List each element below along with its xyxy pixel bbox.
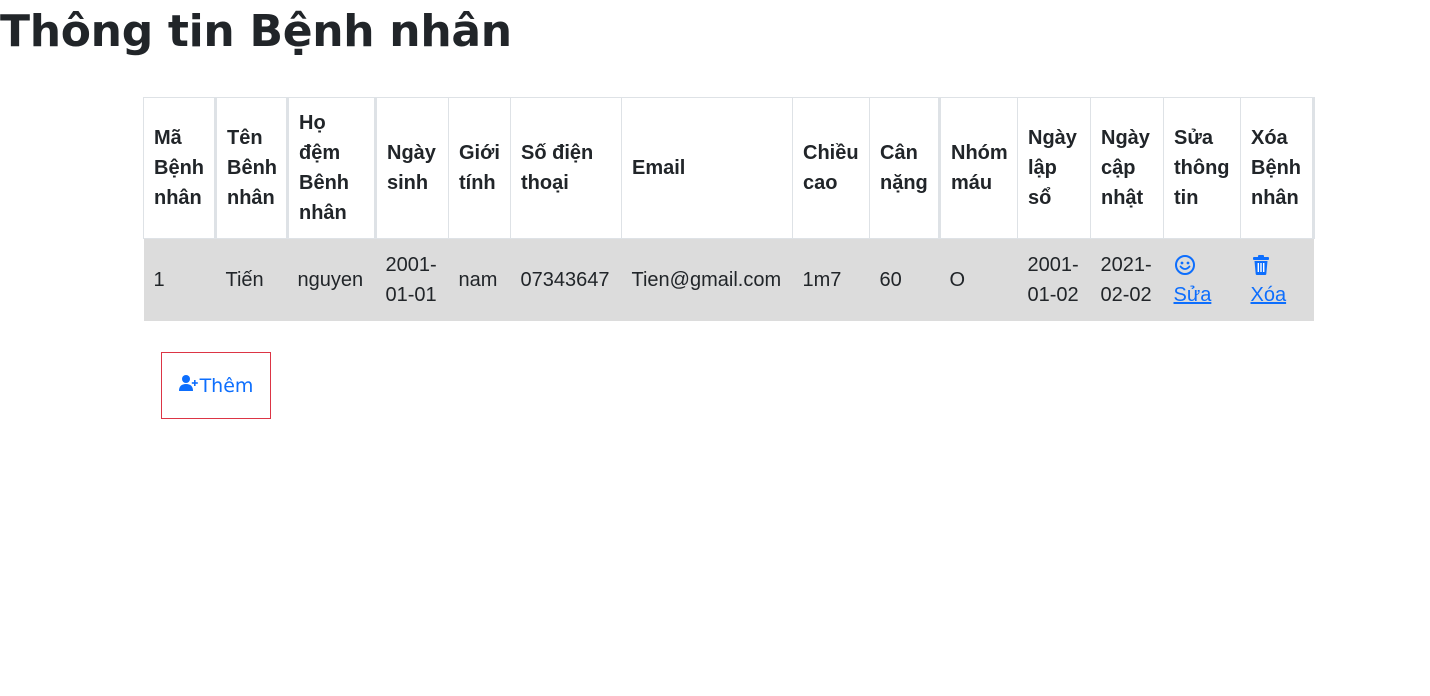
cell-dob: 2001-01-01 xyxy=(375,238,449,321)
header-created-date: Ngày lập sổ xyxy=(1017,97,1091,239)
cell-weight: 60 xyxy=(869,238,940,321)
table-header-row: Mã Bệnh nhân Tên Bênh nhân Họ đệm Bênh n… xyxy=(143,97,1315,239)
header-phone: Số điện thoại xyxy=(510,97,622,239)
cell-gender: nam xyxy=(448,238,511,321)
cell-delete: Xóa xyxy=(1240,238,1314,321)
cell-created-date: 2001-01-02 xyxy=(1017,238,1091,321)
user-plus-icon xyxy=(178,374,200,397)
header-first-name: Tên Bênh nhân xyxy=(215,97,289,239)
add-patient-button[interactable]: Thêm xyxy=(161,352,271,419)
trash-icon[interactable] xyxy=(1251,250,1304,280)
cell-updated-date: 2021-02-02 xyxy=(1090,238,1164,321)
header-email: Email xyxy=(621,97,793,239)
header-edit: Sửa thông tin xyxy=(1163,97,1241,239)
add-button-label: Thêm xyxy=(199,374,254,397)
header-patient-id: Mã Bệnh nhân xyxy=(143,97,217,239)
header-blood-type: Nhóm máu xyxy=(939,97,1018,239)
header-weight: Cân nặng xyxy=(869,97,941,239)
cell-patient-id: 1 xyxy=(143,238,216,321)
header-updated-date: Ngày cập nhật xyxy=(1090,97,1164,239)
header-gender: Giới tính xyxy=(448,97,511,239)
cell-last-name: nguyen xyxy=(287,238,376,321)
table-row: 1 Tiến nguyen 2001-01-01 nam 07343647 Ti… xyxy=(143,238,1314,321)
header-height: Chiều cao xyxy=(792,97,870,239)
cell-edit: Sửa xyxy=(1163,238,1241,321)
cell-height: 1m7 xyxy=(792,238,870,321)
smile-icon[interactable] xyxy=(1174,250,1231,280)
header-dob: Ngày sinh xyxy=(375,97,449,239)
header-last-name: Họ đệm Bênh nhân xyxy=(287,97,377,239)
cell-first-name: Tiến xyxy=(215,238,288,321)
cell-email: Tien@gmail.com xyxy=(621,238,793,321)
delete-link[interactable]: Xóa xyxy=(1251,280,1304,310)
page-title: Thông tin Bệnh nhân xyxy=(0,6,512,57)
header-delete: Xóa Bệnh nhân xyxy=(1240,97,1315,239)
patients-table: Mã Bệnh nhân Tên Bênh nhân Họ đệm Bênh n… xyxy=(143,97,1315,321)
cell-blood-type: O xyxy=(939,238,1018,321)
edit-link[interactable]: Sửa xyxy=(1174,280,1231,310)
cell-phone: 07343647 xyxy=(510,238,622,321)
